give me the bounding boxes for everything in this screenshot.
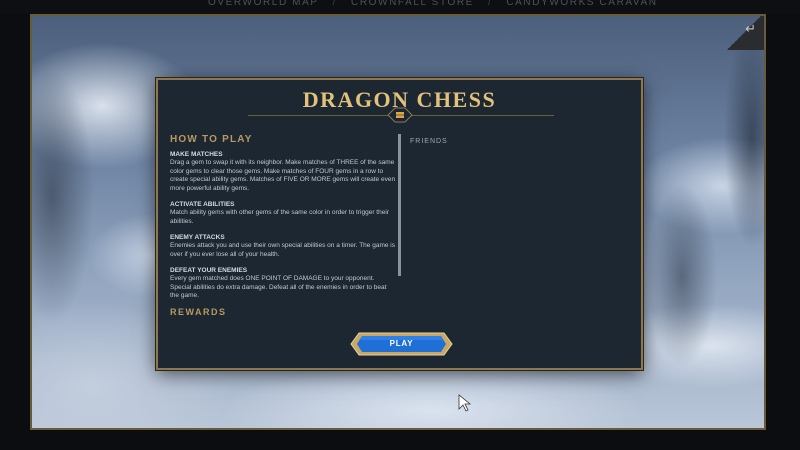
section-heading: ENEMY ATTACKS xyxy=(170,234,225,241)
how-to-play-heading: HOW TO PLAY xyxy=(170,134,253,145)
section-heading: MAKE MATCHES xyxy=(170,151,223,158)
section-text: Drag a gem to swap it with its neighbor.… xyxy=(170,159,396,192)
dragon-chess-dialog: DRAGON CHESS HOW TO PLAY MAKE MATCHES Dr… xyxy=(156,78,643,370)
nav-candyworks-caravan[interactable]: CANDYWORKS CARAVAN xyxy=(506,0,657,8)
section-text: Every gem matched does ONE POINT OF DAMA… xyxy=(170,275,387,299)
back-button[interactable]: ↵ xyxy=(724,16,764,50)
friends-heading: FRIENDS xyxy=(410,138,448,145)
nav-separator: / xyxy=(332,0,338,8)
how-to-play-panel: HOW TO PLAY MAKE MATCHES Drag a gem to s… xyxy=(170,134,396,317)
treasure-chest-icon xyxy=(387,107,413,123)
section-heading: DEFEAT YOUR ENEMIES xyxy=(170,267,248,274)
scrollbar-thumb[interactable] xyxy=(398,134,401,276)
nav-separator: / xyxy=(487,0,493,8)
top-navigation: OVERWORLD MAP / CROWNFALL STORE / CANDYW… xyxy=(0,0,800,14)
mouse-cursor-icon xyxy=(458,394,472,412)
rewards-heading: REWARDS xyxy=(170,306,227,317)
nav-crownfall-store[interactable]: CROWNFALL STORE xyxy=(351,0,474,8)
play-button-label: PLAY xyxy=(389,339,414,348)
back-arrow-icon: ↵ xyxy=(745,21,756,36)
section-text: Match ability gems with other gems of th… xyxy=(170,209,389,225)
nav-overworld-map[interactable]: OVERWORLD MAP xyxy=(208,0,319,8)
section-heading: ACTIVATE ABILITIES xyxy=(170,201,235,208)
section-text: Enemies attack you and use their own spe… xyxy=(170,242,395,258)
play-button[interactable]: PLAY xyxy=(350,332,453,356)
